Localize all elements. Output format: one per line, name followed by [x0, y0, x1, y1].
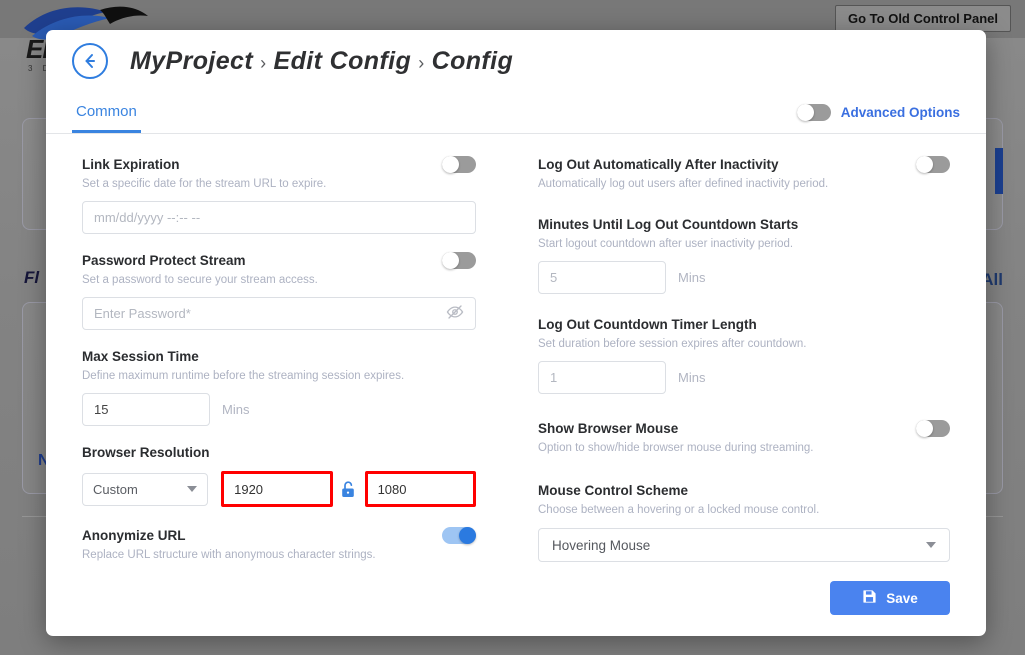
left-settings-column: Link Expiration Set a specific date for … — [46, 156, 516, 581]
password-placeholder: Enter Password* — [94, 306, 191, 321]
minutes-until-logout-label: Minutes Until Log Out Countdown Starts — [538, 216, 950, 234]
field-show-browser-mouse: Show Browser Mouse Option to show/hide b… — [538, 420, 950, 456]
logout-countdown-timer-label: Log Out Countdown Timer Length — [538, 316, 950, 334]
back-button[interactable] — [72, 43, 108, 79]
breadcrumb: MyProject › Edit Config › Config — [130, 47, 513, 76]
logout-countdown-timer-unit: Mins — [678, 370, 705, 385]
mouse-control-scheme-value: Hovering Mouse — [552, 538, 650, 553]
max-session-time-description: Define maximum runtime before the stream… — [82, 369, 476, 384]
browser-resolution-label: Browser Resolution — [82, 444, 476, 462]
breadcrumb-separator-1: › — [260, 53, 266, 74]
mouse-control-scheme-label: Mouse Control Scheme — [538, 482, 950, 500]
show-browser-mouse-label: Show Browser Mouse — [538, 420, 814, 438]
field-log-out-automatically: Log Out Automatically After Inactivity A… — [538, 156, 950, 192]
link-expiration-label: Link Expiration — [82, 156, 326, 174]
breadcrumb-root[interactable]: MyProject — [130, 47, 253, 76]
toggle-knob — [442, 156, 459, 173]
field-max-session-time: Max Session Time Define maximum runtime … — [82, 348, 476, 426]
field-logout-countdown-timer-length: Log Out Countdown Timer Length Set durat… — [538, 316, 950, 394]
show-browser-mouse-description: Option to show/hide browser mouse during… — [538, 441, 814, 456]
log-out-automatically-toggle[interactable] — [916, 156, 950, 173]
modal-body: Link Expiration Set a specific date for … — [46, 134, 986, 581]
link-expiration-description: Set a specific date for the stream URL t… — [82, 177, 326, 192]
browser-resolution-preset-value: Custom — [93, 482, 138, 497]
modal-footer: Save — [46, 581, 986, 636]
chevron-down-icon — [926, 542, 936, 548]
browser-resolution-width-input[interactable]: 1920 — [221, 471, 332, 507]
field-password-protect-stream: Password Protect Stream Set a password t… — [82, 252, 476, 330]
minutes-until-logout-placeholder: 5 — [550, 270, 557, 285]
toggle-knob — [442, 252, 459, 269]
chevron-down-icon — [187, 486, 197, 492]
password-protect-description: Set a password to secure your stream acc… — [82, 273, 318, 288]
browser-resolution-preset-select[interactable]: Custom — [82, 473, 208, 506]
tab-strip: Common Advanced Options — [46, 92, 986, 134]
background-left-text: Fl — [24, 268, 39, 288]
advanced-options-label[interactable]: Advanced Options — [841, 105, 960, 120]
edit-config-modal: MyProject › Edit Config › Config Common … — [46, 30, 986, 636]
breadcrumb-leaf: Config — [432, 47, 514, 76]
mouse-control-scheme-description: Choose between a hovering or a locked mo… — [538, 503, 950, 518]
browser-resolution-height-input[interactable]: 1080 — [365, 471, 476, 507]
right-settings-column: Log Out Automatically After Inactivity A… — [516, 156, 986, 581]
password-input[interactable]: Enter Password* — [82, 297, 476, 330]
background-accent-bar — [995, 148, 1003, 194]
password-protect-label: Password Protect Stream — [82, 252, 318, 270]
anonymize-url-toggle[interactable] — [442, 527, 476, 544]
eye-off-icon[interactable] — [446, 303, 464, 324]
field-anonymize-url: Anonymize URL Replace URL structure with… — [82, 527, 476, 563]
max-session-time-label: Max Session Time — [82, 348, 476, 366]
minutes-until-logout-unit: Mins — [678, 270, 705, 285]
log-out-automatically-label: Log Out Automatically After Inactivity — [538, 156, 828, 174]
arrow-left-icon — [81, 52, 99, 70]
browser-resolution-height-value: 1080 — [378, 482, 407, 497]
toggle-knob — [916, 420, 933, 437]
go-to-old-control-panel-button[interactable]: Go To Old Control Panel — [835, 5, 1011, 32]
password-protect-toggle[interactable] — [442, 252, 476, 269]
field-browser-resolution: Browser Resolution Custom 1920 — [82, 444, 476, 507]
link-expiration-date-placeholder: mm/dd/yyyy --:-- -- — [94, 210, 200, 225]
toggle-knob — [797, 104, 814, 121]
modal-header: MyProject › Edit Config › Config — [46, 30, 986, 92]
save-floppy-icon — [862, 589, 877, 607]
advanced-options-toggle[interactable] — [797, 104, 831, 121]
toggle-knob — [916, 156, 933, 173]
save-button[interactable]: Save — [830, 581, 950, 615]
unlock-icon[interactable] — [341, 481, 355, 498]
max-session-time-value: 15 — [94, 402, 108, 417]
browser-resolution-row: Custom 1920 1080 — [82, 471, 476, 507]
show-browser-mouse-toggle[interactable] — [916, 420, 950, 437]
browser-resolution-width-value: 1920 — [234, 482, 263, 497]
mouse-control-scheme-select[interactable]: Hovering Mouse — [538, 528, 950, 562]
field-link-expiration: Link Expiration Set a specific date for … — [82, 156, 476, 234]
anonymize-url-description: Replace URL structure with anonymous cha… — [82, 548, 376, 563]
breadcrumb-separator-2: › — [418, 53, 424, 74]
field-minutes-until-logout-countdown: Minutes Until Log Out Countdown Starts S… — [538, 216, 950, 294]
logout-countdown-timer-description: Set duration before session expires afte… — [538, 337, 950, 352]
max-session-time-input[interactable]: 15 — [82, 393, 210, 426]
logout-countdown-timer-input[interactable]: 1 — [538, 361, 666, 394]
field-mouse-control-scheme: Mouse Control Scheme Choose between a ho… — [538, 482, 950, 562]
link-expiration-toggle[interactable] — [442, 156, 476, 173]
advanced-options-control: Advanced Options — [797, 104, 960, 121]
minutes-until-logout-input[interactable]: 5 — [538, 261, 666, 294]
save-button-label: Save — [886, 591, 918, 606]
logout-countdown-timer-placeholder: 1 — [550, 370, 557, 385]
toggle-knob — [459, 527, 476, 544]
link-expiration-date-input[interactable]: mm/dd/yyyy --:-- -- — [82, 201, 476, 234]
breadcrumb-middle[interactable]: Edit Config — [274, 47, 412, 76]
minutes-until-logout-description: Start logout countdown after user inacti… — [538, 237, 950, 252]
tab-common[interactable]: Common — [72, 92, 141, 133]
log-out-automatically-description: Automatically log out users after define… — [538, 177, 828, 192]
anonymize-url-label: Anonymize URL — [82, 527, 376, 545]
max-session-time-unit: Mins — [222, 402, 249, 417]
